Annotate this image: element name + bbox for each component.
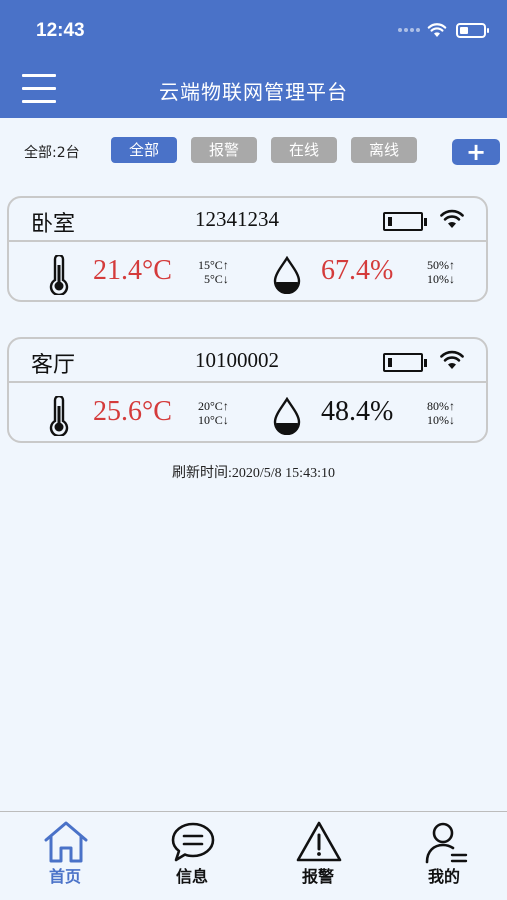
humidity-value: 48.4% <box>321 396 394 427</box>
device-name: 客厅 <box>31 353 76 378</box>
thermometer-icon <box>49 396 69 436</box>
device-id: 10100002 <box>195 348 279 372</box>
filter-all-chip[interactable]: 全部 <box>111 137 177 163</box>
humidity-low-threshold: 10% <box>427 413 449 427</box>
status-wifi-icon <box>427 23 447 37</box>
filter-online-chip[interactable]: 在线 <box>271 137 337 163</box>
arrow-up-icon: ↑ <box>449 399 455 413</box>
tab-messages-label: 信息 <box>175 867 208 886</box>
arrow-down-icon: ↓ <box>449 413 455 427</box>
arrow-up-icon: ↑ <box>449 258 455 272</box>
user-icon <box>425 822 468 864</box>
tab-home-label: 首页 <box>48 867 81 886</box>
device-card-header: 客厅 10100002 <box>9 339 486 383</box>
device-card[interactable]: 卧室 12341234 21.4°C 15°C↑ 5°C↓ 67.4% 50%↑… <box>7 196 488 302</box>
wifi-icon <box>440 350 464 369</box>
humidity-high-threshold: 50% <box>427 258 449 272</box>
temp-high-threshold: 20°C <box>198 399 223 413</box>
arrow-down-icon: ↓ <box>222 272 229 286</box>
temperature-value: 21.4°C <box>93 255 172 286</box>
device-card[interactable]: 客厅 10100002 25.6°C 20°C↑ 10°C↓ 48.4% 80%… <box>7 337 488 443</box>
status-time: 12:43 <box>36 20 85 41</box>
signal-icon <box>398 28 420 32</box>
humidity-range: 50%↑ 10%↓ <box>427 258 455 286</box>
temperature-range: 20°C↑ 10°C↓ <box>198 399 229 427</box>
temperature-value: 25.6°C <box>93 396 172 427</box>
bottom-tab-bar: 首页 信息 报警 我的 <box>0 811 507 900</box>
temperature-range: 15°C↑ 5°C↓ <box>198 258 229 286</box>
humidity-high-threshold: 80% <box>427 399 449 413</box>
warning-icon <box>296 821 342 862</box>
battery-icon <box>383 353 427 372</box>
filter-row: 全部:2台 全部 报警 在线 离线 + <box>0 136 507 166</box>
arrow-down-icon: ↓ <box>222 413 229 427</box>
refresh-time: 刷新时间:2020/5/8 15:43:10 <box>172 466 335 481</box>
page-title: 云端物联网管理平台 <box>159 80 348 104</box>
arrow-down-icon: ↓ <box>449 272 455 286</box>
humidity-drop-icon <box>273 397 301 435</box>
humidity-drop-icon <box>273 256 301 294</box>
thermometer-icon <box>49 255 69 295</box>
temp-high-threshold: 15°C <box>198 258 223 272</box>
tab-messages[interactable]: 信息 <box>142 812 242 900</box>
humidity-value: 67.4% <box>321 255 394 286</box>
message-icon <box>171 822 215 862</box>
temp-low-threshold: 5°C <box>204 272 223 286</box>
home-icon <box>44 821 88 863</box>
arrow-up-icon: ↑ <box>222 258 229 272</box>
tab-home[interactable]: 首页 <box>15 812 115 900</box>
device-id: 12341234 <box>195 207 279 231</box>
filter-alarm-chip[interactable]: 报警 <box>191 137 257 163</box>
humidity-range: 80%↑ 10%↓ <box>427 399 455 427</box>
add-device-button[interactable]: + <box>452 139 500 165</box>
device-name: 卧室 <box>31 212 76 237</box>
tab-alarms[interactable]: 报警 <box>268 812 368 900</box>
status-battery-icon <box>456 23 489 38</box>
filter-offline-chip[interactable]: 离线 <box>351 137 417 163</box>
humidity-low-threshold: 10% <box>427 272 449 286</box>
device-card-header: 卧室 12341234 <box>9 198 486 242</box>
tab-profile[interactable]: 我的 <box>394 812 494 900</box>
temp-low-threshold: 10°C <box>198 413 223 427</box>
battery-icon <box>383 212 427 231</box>
tab-alarms-label: 报警 <box>301 867 334 886</box>
arrow-up-icon: ↑ <box>222 399 229 413</box>
tab-profile-label: 我的 <box>427 867 460 886</box>
wifi-icon <box>440 209 464 228</box>
top-bar: 12:43 云端物联网管理平台 <box>0 0 507 118</box>
device-count-label: 全部:2台 <box>24 145 80 161</box>
